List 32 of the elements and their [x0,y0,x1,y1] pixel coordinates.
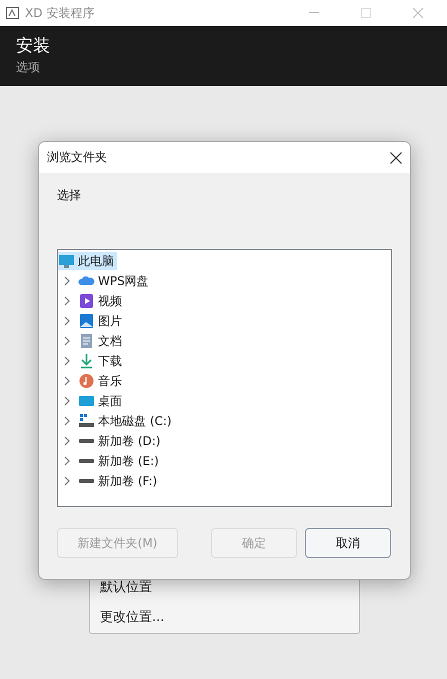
drive-icon [78,413,95,429]
tree-item[interactable]: 桌面 [78,392,125,410]
tree-item[interactable]: 图片 [78,312,125,330]
header-title: 安装 [16,35,51,57]
dialog-button[interactable]: 取消 [305,528,391,558]
monitor-icon [58,253,75,269]
tree-item[interactable]: 新加卷 (E:) [78,452,162,470]
prompt-text: 选择 [57,187,82,204]
drive-icon [78,479,95,483]
download-icon [78,353,95,369]
music-icon [78,373,95,389]
window-title: XD 安装程序 [25,4,96,22]
picture-icon [78,313,95,329]
desktop-icon [78,393,95,409]
tree-item[interactable]: 此电脑 [58,252,117,270]
tree-item[interactable]: WPS网盘 [78,272,152,290]
dialog-title: 浏览文件夹 [47,149,108,166]
video-icon [78,293,95,309]
tree-item[interactable]: 新加卷 (F:) [78,472,160,490]
app-icon [6,7,19,19]
tree-item[interactable]: 音乐 [78,372,125,390]
tree-item[interactable]: 新加卷 (D:) [78,432,164,450]
tree-item[interactable]: 下载 [78,352,125,370]
menu-item[interactable]: 更改位置... [90,605,359,629]
drive-icon [78,459,95,463]
header-subtitle: 选项 [16,59,41,76]
tree-item[interactable]: 视频 [78,292,125,310]
tree-item[interactable]: 文档 [78,332,125,350]
tree-item[interactable]: 本地磁盘 (C:) [78,412,175,430]
document-icon [78,333,95,349]
close-icon[interactable] [390,152,402,164]
drive-icon [78,439,95,443]
